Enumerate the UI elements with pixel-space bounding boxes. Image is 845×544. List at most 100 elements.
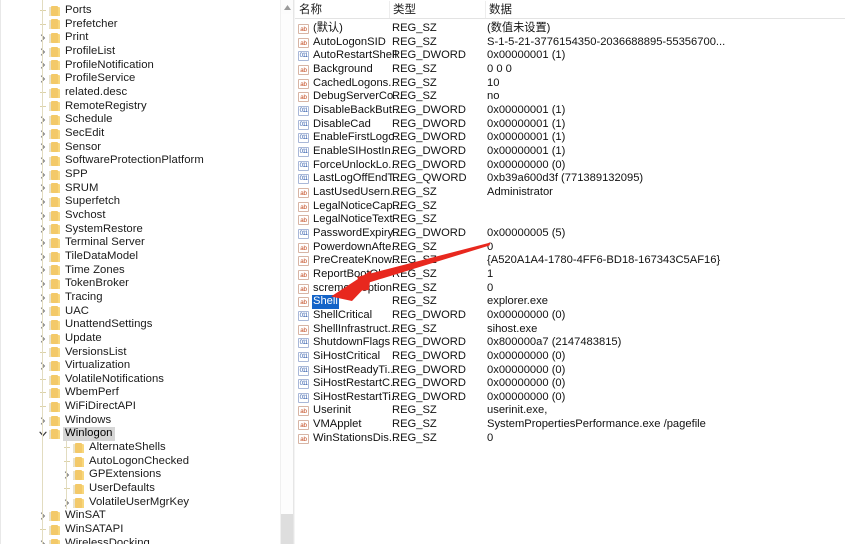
values-row[interactable]: ab ShellInfrastruct... REG_SZ sihost.exe <box>295 323 845 337</box>
values-row[interactable]: 011 SiHostRestartC... REG_DWORD 0x00000000 … <box>295 377 845 391</box>
column-header-type[interactable]: 类型 <box>389 2 485 18</box>
chevron-right-icon[interactable] <box>37 414 49 428</box>
tree-item-alternateshells[interactable]: AlternateShells <box>61 441 168 455</box>
chevron-right-icon[interactable] <box>37 332 49 346</box>
tree-item-profilelist[interactable]: ProfileList <box>37 45 117 59</box>
values-row[interactable]: 011 AutoRestartShell REG_DWORD 0x00000001 (… <box>295 49 845 63</box>
chevron-right-icon[interactable] <box>37 154 49 168</box>
values-row[interactable]: 011 ForceUnlockLo... REG_DWORD 0x00000000 (… <box>295 159 845 173</box>
tree-item-tokenbroker[interactable]: TokenBroker <box>37 277 131 291</box>
values-row[interactable]: 011 ShellCritical REG_DWORD 0x00000000 (0) <box>295 309 845 323</box>
values-row[interactable]: ab DebugServerCo... REG_SZ no <box>295 90 845 104</box>
tree-item-wbemperf[interactable]: WbemPerf <box>37 386 121 400</box>
chevron-right-icon[interactable] <box>37 537 49 544</box>
chevron-right-icon[interactable] <box>37 195 49 209</box>
tree-item-gpextensions[interactable]: GPExtensions <box>61 468 163 482</box>
values-row[interactable]: 011 EnableFirstLogo... REG_DWORD 0x00000001… <box>295 131 845 145</box>
values-row[interactable]: 011 SiHostReadyTi... REG_DWORD 0x00000000 (… <box>295 364 845 378</box>
tree-item-autologonchecked[interactable]: AutoLogonChecked <box>61 455 191 469</box>
tree-item-spp[interactable]: SPP <box>37 168 90 182</box>
values-row[interactable]: ab AutoLogonSID REG_SZ S-1-5-21-3776154350-… <box>295 36 845 50</box>
chevron-right-icon[interactable] <box>37 72 49 86</box>
values-row[interactable]: 011 DisableCad REG_DWORD 0x00000001 (1) <box>295 118 845 132</box>
chevron-right-icon[interactable] <box>37 45 49 59</box>
values-row[interactable]: ab WinStationsDis... REG_SZ 0 <box>295 432 845 446</box>
values-row[interactable]: 011 SiHostRestartTi... REG_DWORD 0x00000000… <box>295 391 845 405</box>
tree-item-superfetch[interactable]: Superfetch <box>37 195 122 209</box>
values-row[interactable]: ab Userinit REG_SZ userinit.exe, <box>295 404 845 418</box>
chevron-right-icon[interactable] <box>37 168 49 182</box>
values-row[interactable]: 011 LastLogOffEndT... REG_QWORD 0xb39a600d3… <box>295 172 845 186</box>
tree-item-svchost[interactable]: Svchost <box>37 209 108 223</box>
values-row[interactable]: 011 SiHostCritical REG_DWORD 0x00000000 (0) <box>295 350 845 364</box>
values-row[interactable]: 011 ShutdownFlags REG_DWORD 0x800000a7 (214… <box>295 336 845 350</box>
tree-item-userdefaults[interactable]: UserDefaults <box>61 482 157 496</box>
tree-item-schedule[interactable]: Schedule <box>37 113 115 127</box>
values-row[interactable]: ab scremoveoption REG_SZ 0 <box>295 282 845 296</box>
values-row[interactable]: 011 DisableBackBut... REG_DWORD 0x00000001 … <box>295 104 845 118</box>
tree-vertical-scrollbar[interactable] <box>280 0 294 544</box>
chevron-right-icon[interactable] <box>37 264 49 278</box>
tree-item-ports[interactable]: Ports <box>37 4 94 18</box>
tree-item-versionslist[interactable]: VersionsList <box>37 346 129 360</box>
tree-item-virtualization[interactable]: Virtualization <box>37 359 132 373</box>
chevron-right-icon[interactable] <box>37 31 49 45</box>
values-row[interactable]: ab PreCreateKnow... REG_SZ {A520A1A4-1780-4… <box>295 254 845 268</box>
values-row[interactable]: ab ReportBootOk REG_SZ 1 <box>295 268 845 282</box>
values-row[interactable]: 011 PasswordExpiry... REG_DWORD 0x00000005 … <box>295 227 845 241</box>
tree-item-winsat[interactable]: WinSAT <box>37 509 108 523</box>
chevron-right-icon[interactable] <box>37 236 49 250</box>
tree-item-prefetcher[interactable]: Prefetcher <box>37 18 120 32</box>
column-header-data[interactable]: 数据 <box>485 2 512 18</box>
values-row[interactable]: ab Background REG_SZ 0 0 0 <box>295 63 845 77</box>
tree-item-volatileusermgrkey[interactable]: VolatileUserMgrKey <box>61 496 191 510</box>
tree-item-tiledatamodel[interactable]: TileDataModel <box>37 250 140 264</box>
tree-item-unattendsettings[interactable]: UnattendSettings <box>37 318 154 332</box>
tree-item-terminal-server[interactable]: Terminal Server <box>37 236 147 250</box>
chevron-down-icon[interactable] <box>37 427 49 441</box>
tree-item-secedit[interactable]: SecEdit <box>37 127 106 141</box>
tree-item-sensor[interactable]: Sensor <box>37 141 103 155</box>
chevron-right-icon[interactable] <box>37 509 49 523</box>
tree-item-remoteregistry[interactable]: RemoteRegistry <box>37 100 149 114</box>
chevron-right-icon[interactable] <box>37 277 49 291</box>
tree-item-update[interactable]: Update <box>37 332 104 346</box>
registry-key-tree[interactable]: Ports Prefetcher Print ProfileList ProfileNo… <box>0 0 280 544</box>
chevron-right-icon[interactable] <box>37 359 49 373</box>
chevron-right-icon[interactable] <box>61 468 73 482</box>
tree-item-volatilenotifications[interactable]: VolatileNotifications <box>37 373 166 387</box>
chevron-right-icon[interactable] <box>37 318 49 332</box>
values-row[interactable]: ab Shell REG_SZ explorer.exe <box>295 295 845 309</box>
chevron-right-icon[interactable] <box>37 223 49 237</box>
values-row[interactable]: ab CachedLogons... REG_SZ 10 <box>295 77 845 91</box>
values-row[interactable]: ab LastUsedUsern... REG_SZ Administrator <box>295 186 845 200</box>
chevron-right-icon[interactable] <box>37 209 49 223</box>
tree-item-windows[interactable]: Windows <box>37 414 113 428</box>
tree-item-time-zones[interactable]: Time Zones <box>37 264 127 278</box>
values-row[interactable]: ab VMApplet REG_SZ SystemPropertiesPerforma… <box>295 418 845 432</box>
column-header-name[interactable]: 名称 <box>295 2 389 18</box>
tree-item-wifidirectapi[interactable]: WiFiDirectAPI <box>37 400 138 414</box>
values-row[interactable]: ab LegalNoticeText REG_SZ <box>295 213 845 227</box>
chevron-right-icon[interactable] <box>61 496 73 510</box>
chevron-right-icon[interactable] <box>37 113 49 127</box>
chevron-right-icon[interactable] <box>37 305 49 319</box>
values-row[interactable]: ab (默认) REG_SZ (数值未设置) <box>295 22 845 36</box>
chevron-right-icon[interactable] <box>37 291 49 305</box>
tree-item-tracing[interactable]: Tracing <box>37 291 105 305</box>
values-row[interactable]: ab PowerdownAfte... REG_SZ 0 <box>295 241 845 255</box>
values-row[interactable]: ab LegalNoticeCap... REG_SZ <box>295 200 845 214</box>
tree-item-profilenotification[interactable]: ProfileNotification <box>37 59 156 73</box>
tree-item-winlogon[interactable]: Winlogon <box>37 427 115 442</box>
tree-item-winsatapi[interactable]: WinSATAPI <box>37 523 125 537</box>
chevron-right-icon[interactable] <box>37 141 49 155</box>
chevron-right-icon[interactable] <box>37 182 49 196</box>
tree-item-wirelessdocking[interactable]: WirelessDocking <box>37 537 152 544</box>
chevron-right-icon[interactable] <box>37 59 49 73</box>
tree-item-systemrestore[interactable]: SystemRestore <box>37 223 145 237</box>
chevron-right-icon[interactable] <box>37 127 49 141</box>
tree-item-print[interactable]: Print <box>37 31 90 45</box>
tree-item-srum[interactable]: SRUM <box>37 182 100 196</box>
tree-item-softwareprotectionplatform[interactable]: SoftwareProtectionPlatform <box>37 154 206 168</box>
values-row[interactable]: 011 EnableSIHostIn... REG_DWORD 0x00000001 … <box>295 145 845 159</box>
